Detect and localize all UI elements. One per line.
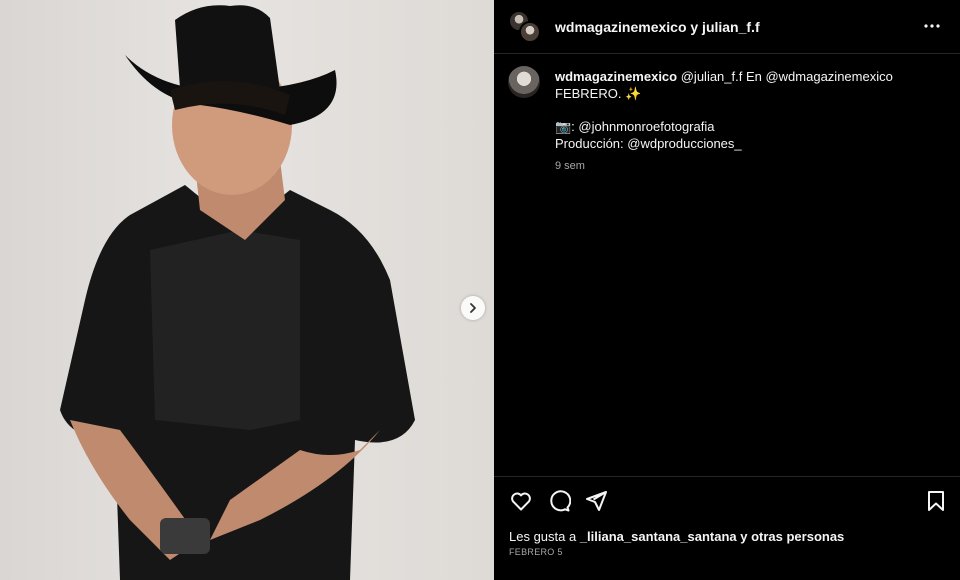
- heart-icon: [511, 492, 531, 511]
- bookmark-icon: [928, 491, 944, 511]
- likes-summary[interactable]: Les gusta a _liliana_santana_santana y o…: [509, 529, 844, 544]
- likes-prefix: Les gusta a: [509, 529, 580, 544]
- caption-credit-photo: 📷: @johnmonroefotografia: [555, 119, 715, 134]
- comment-icon: [550, 490, 572, 512]
- post-side-panel: wdmagazinemexico y julian_f.f wdmagazine…: [494, 0, 960, 580]
- post-date: FEBRERO 5: [509, 547, 563, 557]
- chevron-right-icon: [470, 303, 476, 313]
- post-caption: wdmagazinemexico @julian_f.f En @wdmagaz…: [508, 66, 948, 175]
- save-button[interactable]: [924, 489, 948, 513]
- post-media: [0, 0, 494, 580]
- caption-username[interactable]: wdmagazinemexico: [555, 69, 677, 84]
- more-options-button[interactable]: [920, 14, 944, 38]
- next-photo-button[interactable]: [461, 296, 485, 320]
- caption-timestamp: 9 sem: [555, 160, 585, 172]
- post-photo: [60, 5, 415, 580]
- post-header: wdmagazinemexico y julian_f.f: [494, 0, 960, 54]
- likes-users[interactable]: _liliana_santana_santana y otras persona…: [580, 529, 844, 544]
- caption-body: wdmagazinemexico @julian_f.f En @wdmagaz…: [555, 66, 893, 175]
- post-authors[interactable]: wdmagazinemexico y julian_f.f: [555, 19, 760, 35]
- share-button[interactable]: [584, 489, 608, 513]
- comment-button[interactable]: [547, 489, 572, 513]
- caption-text: @julian_f.f En @wdmagazinemexico: [680, 69, 893, 84]
- caption-credit-production: Producción: @wdproducciones_: [555, 136, 742, 151]
- send-icon: [586, 491, 607, 511]
- avatar: [519, 20, 541, 43]
- avatar[interactable]: [508, 66, 540, 98]
- more-icon: [924, 24, 940, 28]
- like-button[interactable]: [509, 489, 533, 513]
- post-actions: Les gusta a _liliana_santana_santana y o…: [494, 476, 960, 580]
- caption-text: FEBRERO. ✨: [555, 86, 642, 101]
- collab-avatars[interactable]: [508, 9, 542, 44]
